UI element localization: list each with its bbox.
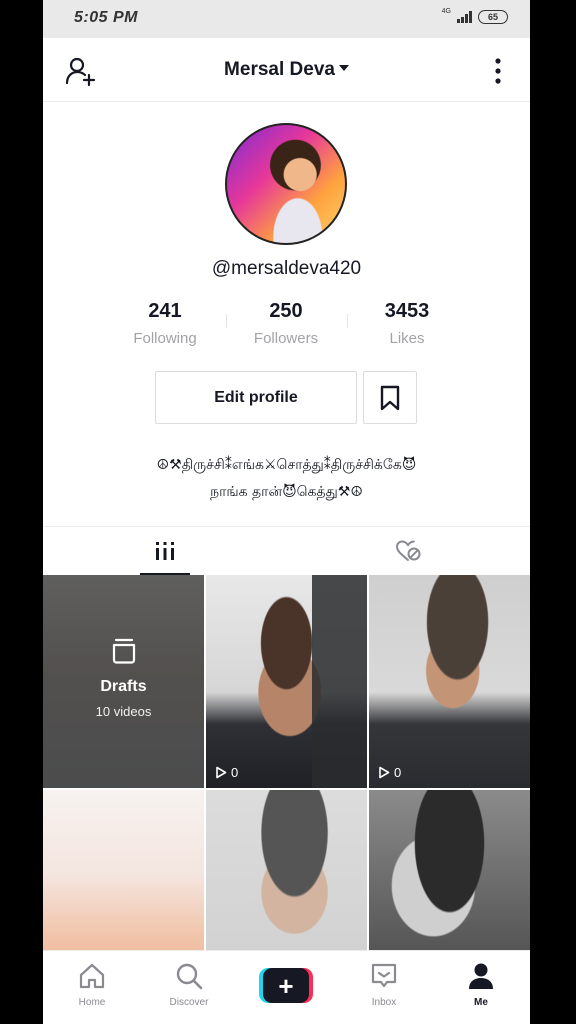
bio-line: ☮⚒திருச்சி⁑எங்க⚔சொத்து⁑திருச்சிக்கே😈 xyxy=(156,457,417,473)
drafts-title: Drafts xyxy=(100,678,147,695)
stat-value: 250 xyxy=(269,300,303,322)
tab-videos[interactable] xyxy=(140,527,190,575)
video-thumbnail xyxy=(312,575,367,788)
inbox-icon xyxy=(371,963,397,988)
more-options-icon[interactable] xyxy=(488,56,508,86)
signal-icon xyxy=(457,11,472,23)
status-bar: 5:05 PM 4G 65 xyxy=(43,0,530,38)
status-time: 5:05 PM xyxy=(74,9,138,26)
liked-hidden-icon xyxy=(395,540,421,561)
avatar[interactable] xyxy=(225,123,347,245)
stat-label: Following xyxy=(133,330,197,347)
nav-home[interactable]: Home xyxy=(57,961,127,1008)
stat-followers[interactable]: 250 Followers xyxy=(226,300,346,347)
search-icon xyxy=(176,963,203,990)
app-screen: 5:05 PM 4G 65 Mersal Deva @mersaldeva420… xyxy=(43,0,530,1024)
account-switcher[interactable]: Mersal Deva xyxy=(43,59,530,81)
view-count-value: 0 xyxy=(231,765,239,780)
nav-discover[interactable]: Discover xyxy=(154,961,224,1008)
nav-label: Inbox xyxy=(371,997,397,1008)
profile-bio: ☮⚒திருச்சி⁑எங்க⚔சொத்து⁑திருச்சிக்கே😈 நாங… xyxy=(63,452,510,506)
battery-icon: 65 xyxy=(478,10,508,24)
play-icon xyxy=(379,766,390,779)
status-indicators: 4G 65 xyxy=(441,7,508,24)
view-count: 0 xyxy=(378,765,401,780)
stat-label: Followers xyxy=(253,330,319,347)
bottom-nav: Home Discover + Inbox Me xyxy=(43,950,530,1024)
tab-liked[interactable] xyxy=(383,527,433,575)
create-button[interactable]: + xyxy=(259,968,313,1003)
home-icon xyxy=(79,963,105,989)
stat-following[interactable]: 241 Following xyxy=(105,300,225,347)
profile-header: Mersal Deva xyxy=(43,38,530,102)
page-title: Mersal Deva xyxy=(224,59,335,80)
nav-label: Discover xyxy=(169,997,209,1008)
stat-label: Likes xyxy=(389,330,425,347)
drafts-tile[interactable]: Drafts 10 videos xyxy=(43,575,204,788)
grid-icon xyxy=(156,542,174,560)
caret-down-icon xyxy=(338,64,349,71)
person-icon xyxy=(469,963,493,989)
view-count-value: 0 xyxy=(394,765,402,780)
drafts-icon xyxy=(112,638,135,664)
drafts-info: Drafts 10 videos xyxy=(43,637,204,719)
profile-handle: @mersaldeva420 xyxy=(211,258,362,279)
stat-likes[interactable]: 3453 Likes xyxy=(347,300,467,347)
network-label: 4G xyxy=(441,7,451,15)
stat-value: 3453 xyxy=(384,300,430,322)
bookmark-icon xyxy=(380,385,400,410)
drafts-count: 10 videos xyxy=(95,704,152,719)
favorites-button[interactable] xyxy=(363,371,417,424)
plus-icon: + xyxy=(263,968,309,1003)
battery-level: 65 xyxy=(487,12,498,22)
content-tabs xyxy=(43,526,530,575)
edit-profile-button[interactable]: Edit profile xyxy=(155,371,357,424)
nav-inbox[interactable]: Inbox xyxy=(349,961,419,1008)
stat-value: 241 xyxy=(148,300,182,322)
bio-line: நாங்க தான்😈கெத்து⚒☮ xyxy=(210,484,363,500)
video-tile[interactable]: 0 xyxy=(369,575,530,788)
view-count: 0 xyxy=(215,765,238,780)
play-icon xyxy=(216,766,227,779)
nav-label: Me xyxy=(474,997,488,1008)
nav-label: Home xyxy=(78,997,106,1008)
nav-me[interactable]: Me xyxy=(446,961,516,1008)
video-tile[interactable]: 0 xyxy=(206,575,367,788)
